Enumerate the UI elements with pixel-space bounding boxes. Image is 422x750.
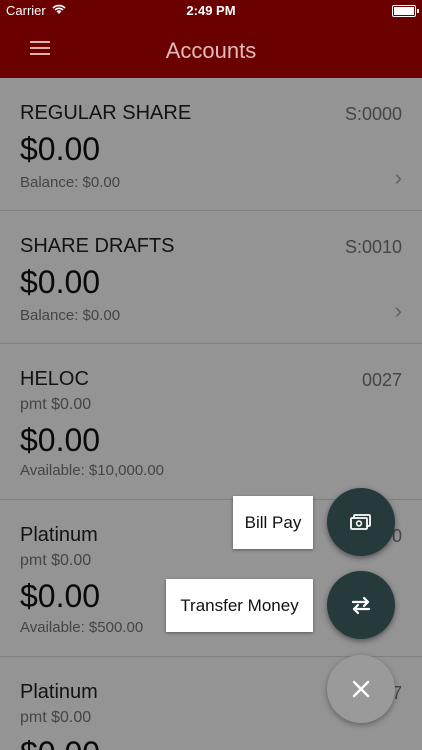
overlay-scrim[interactable] <box>0 78 422 750</box>
transfer-money-button[interactable] <box>327 571 395 639</box>
cash-bill-icon <box>350 514 371 530</box>
nav-bar: Accounts <box>0 22 422 78</box>
battery-icon <box>392 5 419 17</box>
close-icon <box>352 680 370 698</box>
bill-pay-label[interactable]: Bill Pay <box>233 496 313 549</box>
bill-pay-button[interactable] <box>327 488 395 556</box>
close-fab-button[interactable] <box>327 655 395 723</box>
page-title: Accounts <box>165 38 257 63</box>
status-bar: Carrier 2:49 PM <box>0 0 422 22</box>
clock-time: 2:49 PM <box>186 3 236 18</box>
swap-arrows-icon <box>351 596 371 615</box>
transfer-money-label[interactable]: Transfer Money <box>166 579 313 632</box>
